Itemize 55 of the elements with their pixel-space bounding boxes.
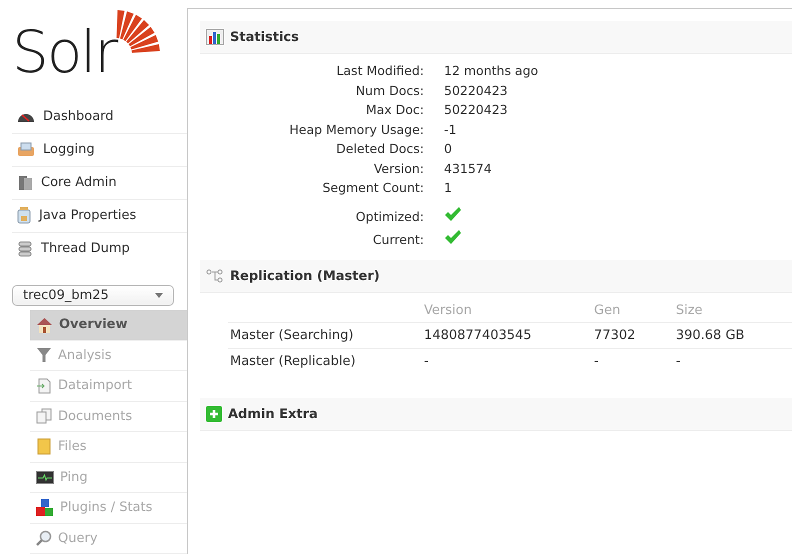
stat-label: Num Docs: (354, 82, 424, 98)
stat-label: Optimized: (354, 208, 424, 224)
jar-icon (17, 207, 31, 224)
column-header: Size (674, 299, 792, 322)
stack-icon (17, 240, 33, 257)
document-icon (36, 378, 52, 394)
table-cell: 390.68 GB (674, 322, 792, 348)
nav-item[interactable]: Thread Dump (12, 232, 187, 265)
section-header[interactable]: Admin Extra (200, 398, 792, 431)
nav-item[interactable]: Core Admin (12, 166, 187, 200)
stat-label: Max Doc: (364, 102, 424, 117)
stat-label: Version: (372, 160, 424, 176)
nav-item[interactable]: Logging (12, 134, 187, 167)
core-selector[interactable]: trec09_bm25 (12, 284, 174, 306)
folder-icon (36, 438, 52, 456)
column-header: Gen (592, 299, 674, 322)
monitor-icon (36, 470, 54, 484)
nav-item[interactable]: Dashboard (12, 100, 187, 134)
section-title: Replication (Master) (230, 268, 380, 284)
blocks-icon (36, 498, 54, 517)
stat-value: 431574 (444, 160, 493, 176)
table-cell: Master (Searching) (228, 322, 422, 348)
stat-value: 50220423 (444, 82, 509, 98)
table-cell: - (674, 348, 792, 374)
house-icon (36, 316, 53, 333)
stat-value: 1 (444, 180, 453, 195)
stat-value: -1 (444, 122, 458, 136)
nav-item[interactable]: Java Properties (12, 200, 187, 233)
plus-icon (206, 406, 222, 422)
column-header: Version (422, 299, 592, 322)
section-title: Admin Extra (228, 406, 318, 422)
stat-label: Deleted Docs: (335, 141, 424, 156)
stat-value: 50220423 (444, 102, 509, 117)
stat-label: Segment Count: (321, 180, 424, 195)
table-cell: Master (Replicable) (228, 348, 422, 374)
branch-icon (206, 269, 224, 283)
stat-value: 12 months ago (444, 63, 540, 78)
stat-value: 0 (444, 141, 453, 156)
logo-text: Solr (12, 20, 116, 84)
table-cell: 1480877403545 (422, 322, 592, 348)
stat-label: Current: (372, 232, 424, 246)
bar-chart-icon (206, 29, 224, 45)
documents-icon (36, 408, 52, 424)
server-icon (17, 174, 33, 191)
inbox-icon (17, 142, 35, 158)
caret-icon (155, 292, 163, 298)
table-cell: - (422, 348, 592, 374)
core-nav-item[interactable]: Overview (30, 310, 187, 340)
stat-label: Last Modified: (335, 63, 424, 78)
funnel-icon (36, 347, 52, 364)
magnifier-icon (36, 530, 52, 546)
table-cell: - (592, 348, 674, 374)
table-cell: 77302 (592, 322, 674, 348)
section-title: Statistics (230, 30, 299, 44)
stat-label: Heap Memory Usage: (288, 122, 424, 136)
